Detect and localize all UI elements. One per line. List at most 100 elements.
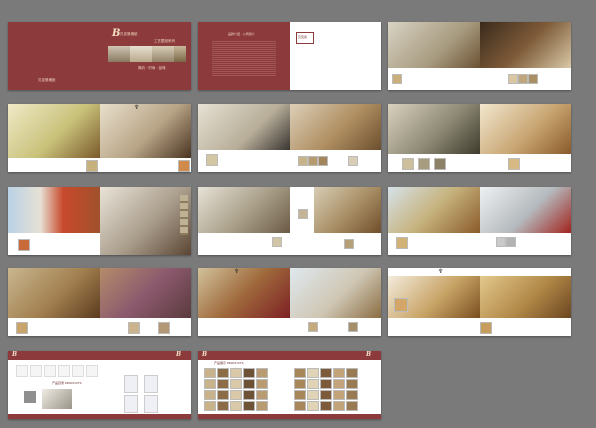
swatch-tile	[230, 379, 242, 389]
swatch-tile	[307, 379, 319, 389]
spread-row2-2[interactable]	[198, 104, 381, 172]
swatch-tile	[307, 401, 319, 411]
intro-spread[interactable]: 品牌介绍 · 公司简介 贝克曼	[198, 22, 381, 90]
swatch-2	[178, 160, 190, 172]
room-photo-tv-wall	[290, 104, 381, 150]
swatch-tile	[217, 368, 229, 378]
swatch-tile	[217, 401, 229, 411]
catalog-tile	[30, 365, 42, 377]
swatch-tile	[294, 379, 306, 389]
swatch-1	[86, 160, 98, 172]
spread-row4-3[interactable]: ♆	[388, 268, 571, 336]
chandelier-icon: ♆	[234, 268, 240, 275]
swatch-tile	[230, 401, 242, 411]
swatch-1	[308, 322, 318, 332]
swatch-4	[508, 158, 520, 170]
room-photo-attic	[100, 187, 191, 255]
swatch-tile	[256, 379, 268, 389]
swatch-tile	[333, 401, 345, 411]
catalog-band-text: 产品目录 PRODUCTS	[52, 381, 82, 385]
chandelier-icon: ♆	[438, 268, 444, 275]
cover-back-logo: 贝克曼墙纸	[38, 78, 56, 82]
spread-row4-1[interactable]	[8, 268, 191, 336]
room-photo-living-4	[198, 268, 290, 318]
room-photo-bedroom-2	[100, 268, 191, 318]
swatch-1	[392, 74, 402, 84]
spread-row2-1[interactable]: ♆	[8, 104, 191, 172]
swatch-tile	[230, 390, 242, 400]
swatch-tile	[333, 390, 345, 400]
swatch-tile	[320, 390, 332, 400]
room-photo-floral	[388, 104, 480, 154]
swatch-tile	[204, 401, 216, 411]
cover-tagline: 简约 · 时尚 · 品味	[138, 66, 166, 70]
swatch-1	[16, 322, 28, 334]
swatch-tile	[346, 368, 358, 378]
chandelier-icon: ♆	[134, 104, 140, 111]
swatch-tile	[346, 401, 358, 411]
room-photo-dining	[388, 22, 480, 68]
swatch-4	[318, 156, 328, 166]
spread-row4-2[interactable]: ♆	[198, 268, 381, 336]
room-photo-office-3	[290, 268, 381, 318]
swatch-2	[480, 322, 492, 334]
room-photo-living-2	[198, 187, 290, 233]
swatch-tile	[204, 368, 216, 378]
swatch-5	[348, 156, 358, 166]
room-photo-dining-2	[100, 104, 191, 158]
swatch-3	[518, 74, 528, 84]
catalog-bottom-band	[8, 414, 191, 419]
spread-row2-3[interactable]	[388, 104, 571, 172]
catalog-logo: B	[12, 351, 18, 358]
intro-heading: 品牌介绍 · 公司简介	[228, 32, 255, 36]
cover-photo-1	[108, 46, 130, 62]
swatch-tile	[243, 379, 255, 389]
catalog-paper-1	[124, 375, 138, 393]
swatch-strip	[180, 195, 188, 235]
catalog-paper-3	[124, 395, 138, 413]
intro-stamp: 贝克曼	[298, 35, 308, 39]
swatch-1	[402, 158, 414, 170]
spread-row3-3[interactable]	[388, 187, 571, 255]
swatch-tile	[307, 390, 319, 400]
swatch-3	[158, 322, 170, 334]
room-photo-living	[480, 22, 571, 68]
swatch-tile	[217, 390, 229, 400]
spread-row3-2[interactable]	[198, 187, 381, 255]
swatch-tile	[320, 401, 332, 411]
catalog-spread[interactable]: B B 产品目录 PRODUCTS	[8, 351, 191, 419]
spread-row3-1[interactable]	[8, 187, 191, 255]
catalog-tile	[58, 365, 70, 377]
cover-photo-3	[152, 46, 174, 62]
swatch-tile	[217, 379, 229, 389]
catalog-logo-right: B	[176, 351, 182, 358]
room-photo-dining-6	[480, 276, 571, 318]
cover-photo-4	[174, 46, 186, 62]
catalog-paper-2	[144, 375, 158, 393]
swatch-2	[298, 156, 308, 166]
swatch-2	[272, 237, 282, 247]
swatch-3	[308, 156, 318, 166]
room-photo-study	[8, 104, 100, 158]
spread-row1-3[interactable]	[388, 22, 571, 90]
swatch-1	[298, 209, 308, 219]
swatch-tile	[243, 390, 255, 400]
swatch-tile	[333, 379, 345, 389]
cover-spread[interactable]: B 贝克曼墙纸 工艺壁纸系列 简约 · 时尚 · 品味 贝克曼墙纸	[8, 22, 191, 90]
swatch-spread[interactable]: B B 产品展示 PRODUCTS	[198, 351, 381, 419]
swatch-4	[528, 74, 538, 84]
swatch-tile	[256, 368, 268, 378]
cover-photo-2	[130, 46, 152, 62]
swatch-1	[396, 237, 408, 249]
catalog-tile	[16, 365, 28, 377]
swatch-1	[18, 239, 30, 251]
catalog-tile	[86, 365, 98, 377]
swatch-2	[418, 158, 430, 170]
swatch-tile	[333, 368, 345, 378]
swatch-3	[506, 237, 516, 247]
catalog-band	[8, 351, 191, 360]
swatch-3	[434, 158, 446, 170]
swatch-tile	[294, 390, 306, 400]
swatch-tile	[320, 368, 332, 378]
intro-text-block	[212, 40, 276, 76]
